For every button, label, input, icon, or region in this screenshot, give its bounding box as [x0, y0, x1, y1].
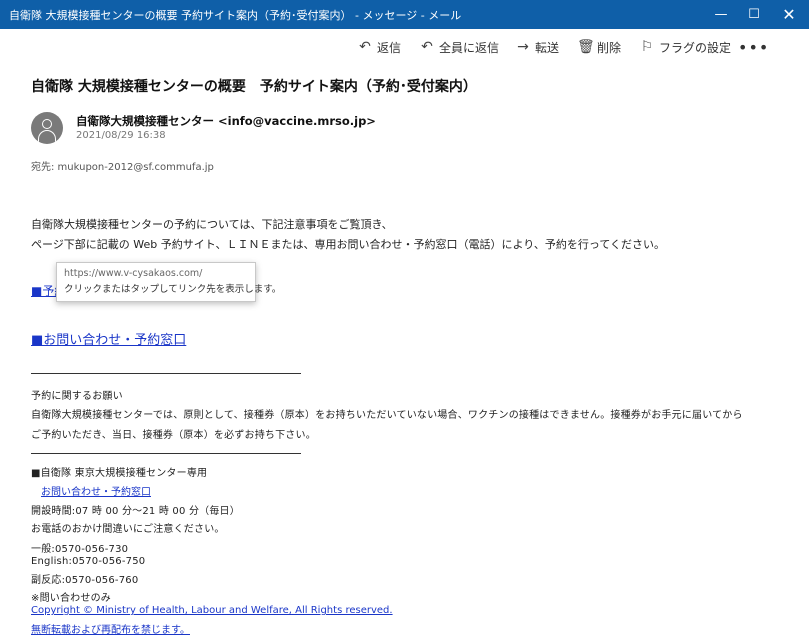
recipient-line: 宛先: mukupon-2012@sf.commufa.jp [31, 162, 214, 173]
copyright-link[interactable]: Copyright © Ministry of Health, Labour a… [31, 605, 393, 616]
delete-button[interactable]: 🗑 削除 [577, 36, 621, 58]
divider [31, 453, 301, 454]
contact-link[interactable]: ■お問い合わせ・予約窓口 [31, 329, 186, 348]
forward-button[interactable]: → 転送 [515, 36, 559, 58]
flag-label: フラグの設定 [659, 40, 732, 55]
no-reprint-link[interactable]: 無断転載および再配布を禁じます。 [31, 621, 190, 636]
tooltip-hint: クリックまたはタップしてリンク先を表示します。 [64, 284, 282, 295]
reply-all-button[interactable]: ↶ 全員に返信 [419, 36, 499, 58]
reply-label: 返信 [377, 40, 402, 55]
trash-icon: 🗑 [577, 39, 595, 55]
body-line-2: ページ下部に記載の Web 予約サイト、ＬＩＮＥまたは、専用お問い合わせ・予約窓… [31, 238, 665, 251]
side-effects-phone: 副反応:0570-056-760 [31, 575, 139, 586]
forward-icon: → [517, 39, 529, 55]
divider [31, 373, 301, 374]
sender-name[interactable]: 自衛隊大規模接種センター <info@vaccine.mrso.jp> [76, 113, 376, 129]
more-icon: ••• [738, 37, 770, 57]
opening-hours: 開設時間:07 時 00 分～21 時 00 分（毎日） [31, 506, 240, 517]
avatar [31, 112, 63, 144]
flag-icon: ⚐ [640, 39, 654, 55]
message-subject: 自衛隊 大規模接種センターの概要 予約サイト案内（予約･受付案内） [31, 79, 477, 95]
notice-line-2: ご予約いただき、当日、接種券（原本）を必ずお持ち下さい。 [31, 430, 316, 441]
inquiries-note: ※問い合わせのみ [31, 593, 111, 604]
window-title: 自衛隊 大規模接種センターの概要 予約サイト案内（予約･受付案内） - メッセー… [9, 9, 462, 22]
reply-all-icon: ↶ [421, 39, 433, 55]
caution-text: お電話のおかけ間違いにご注意ください。 [31, 524, 225, 535]
reply-all-label: 全員に返信 [439, 40, 500, 55]
more-button[interactable]: ••• [738, 36, 769, 58]
close-button[interactable]: ✕ [769, 0, 809, 29]
center-contact-link[interactable]: お問い合わせ・予約窓口 [41, 483, 151, 498]
maximize-button[interactable]: ☐ [734, 0, 774, 29]
flag-button[interactable]: ⚐ フラグの設定 [639, 36, 731, 58]
message-date: 2021/08/29 16:38 [76, 130, 166, 141]
delete-label: 削除 [597, 40, 622, 55]
link-tooltip: https://www.v-cysakaos.com/ クリックまたはタップして… [56, 262, 282, 302]
reply-button[interactable]: ↶ 返信 [357, 36, 401, 58]
person-icon [42, 119, 52, 129]
notice-line-1: 自衛隊大規模接種センターでは、原則として、接種券（原本）をお持ちいただいていない… [31, 410, 743, 421]
title-bar: 自衛隊 大規模接種センターの概要 予約サイト案内（予約･受付案内） - メッセー… [0, 0, 809, 29]
forward-label: 転送 [535, 40, 560, 55]
body-line-1: 自衛隊大規模接種センターの予約については、下記注意事項をご覧頂き、 [31, 218, 393, 231]
notice-title: 予約に関するお願い [31, 391, 123, 402]
reply-icon: ↶ [359, 39, 371, 55]
english-phone: English:0570-056-750 [31, 556, 146, 567]
general-phone: 一般:0570-056-730 [31, 544, 129, 555]
tooltip-url: https://www.v-cysakaos.com/ [64, 268, 203, 279]
center-title: ■自衛隊 東京大規模接種センター専用 [31, 468, 208, 479]
